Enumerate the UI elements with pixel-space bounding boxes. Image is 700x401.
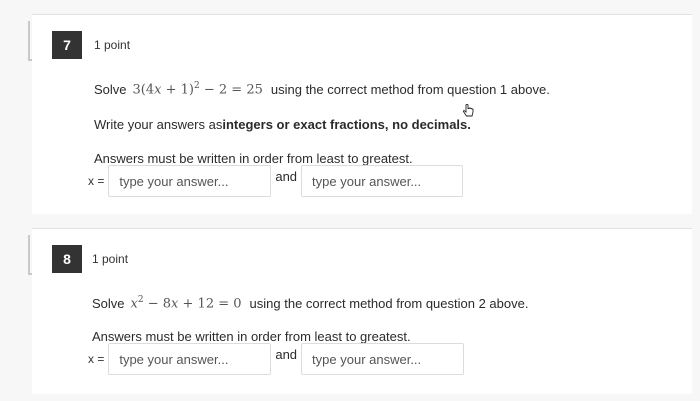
quiz-page: 7 1 point Solve 3(4x + 1)2 − 2 = 25 usin… bbox=[0, 0, 700, 401]
question-prompt: Solve x2 − 8x + 12 = 0 using the correct… bbox=[92, 295, 528, 311]
question-card-8: 8 1 point Solve x2 − 8x + 12 = 0 using t… bbox=[28, 228, 692, 394]
instruction-bold: integers or exact fractions, no decimals… bbox=[222, 117, 471, 132]
question-card-7: 7 1 point Solve 3(4x + 1)2 − 2 = 25 usin… bbox=[28, 14, 692, 214]
question-points: 1 point bbox=[94, 38, 131, 52]
hand-pointer-icon bbox=[462, 103, 474, 117]
answer-row: x = and bbox=[88, 343, 465, 375]
answer-format-instruction: Write your answers as integers or exact … bbox=[94, 117, 471, 132]
prompt-prefix: Solve bbox=[94, 81, 127, 97]
question-prompt: Solve 3(4x + 1)2 − 2 = 25 using the corr… bbox=[94, 81, 550, 97]
answer-row: x = and bbox=[88, 165, 464, 197]
and-label: and bbox=[275, 347, 298, 362]
x-label: x = bbox=[88, 352, 105, 366]
question-number: 7 bbox=[52, 31, 82, 59]
prompt-prefix: Solve bbox=[92, 295, 125, 311]
order-instruction: Answers must be written in order from le… bbox=[94, 151, 413, 166]
x-label: x = bbox=[88, 174, 105, 188]
answer-input-1[interactable] bbox=[108, 343, 272, 375]
equation: 3(4x + 1)2 − 2 = 25 bbox=[132, 81, 263, 98]
order-instruction: Answers must be written in order from le… bbox=[92, 329, 411, 344]
and-label: and bbox=[275, 169, 298, 184]
question-number: 8 bbox=[52, 245, 82, 273]
prompt-suffix: using the correct method from question 2… bbox=[249, 295, 529, 311]
answer-input-2[interactable] bbox=[301, 165, 464, 197]
card-bracket bbox=[28, 21, 32, 61]
equation: x2 − 8x + 12 = 0 bbox=[130, 295, 242, 312]
card-bracket bbox=[28, 235, 32, 275]
answer-input-2[interactable] bbox=[301, 343, 465, 375]
answer-input-1[interactable] bbox=[108, 165, 272, 197]
instruction-prefix: Write your answers as bbox=[94, 117, 223, 132]
question-points: 1 point bbox=[92, 252, 129, 266]
prompt-suffix: using the correct method from question 1… bbox=[270, 81, 550, 97]
